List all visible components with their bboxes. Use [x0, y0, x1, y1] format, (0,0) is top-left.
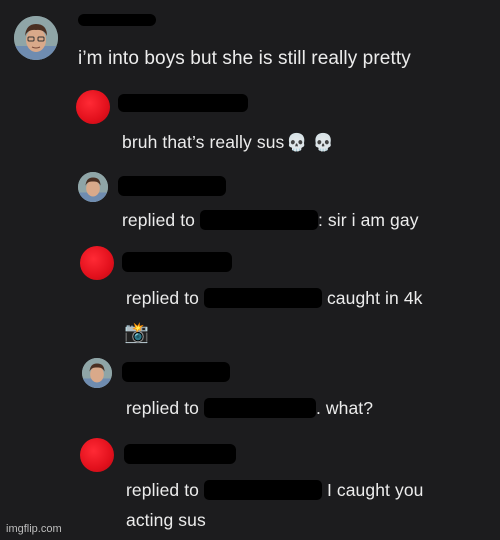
comment-text: replied to I caught you — [126, 480, 423, 501]
user-avatar[interactable] — [14, 16, 58, 60]
cartoon-boy-icon — [78, 172, 108, 202]
replied-to-label: replied to — [126, 398, 199, 418]
comment-text: i’m into boys but she is still really pr… — [78, 48, 411, 69]
comment-5: replied to . what? — [0, 352, 500, 432]
comment-body: caught in 4k — [326, 288, 423, 308]
username-redacted — [122, 252, 232, 272]
comment-3: replied to : sir i am gay — [0, 170, 500, 240]
replied-to-label: replied to — [126, 480, 199, 500]
user-avatar[interactable] — [78, 172, 108, 202]
comment-4: replied to caught in 4k 📸 — [0, 240, 500, 352]
mentioned-user-redacted[interactable] — [203, 480, 322, 500]
cartoon-boy-icon — [82, 358, 112, 388]
replied-to-label: replied to — [122, 210, 195, 230]
comment-text: replied to caught in 4k — [126, 288, 423, 309]
replied-to-label: replied to — [126, 288, 199, 308]
user-avatar[interactable] — [76, 90, 110, 124]
comment-text: replied to . what? — [126, 398, 373, 419]
comment-text-line2: acting sus — [126, 510, 206, 530]
comment-1: i’m into boys but she is still really pr… — [0, 0, 500, 80]
comment-6: replied to I caught you acting sus — [0, 432, 500, 540]
username-redacted — [118, 94, 248, 112]
user-avatar[interactable] — [80, 246, 114, 280]
mentioned-user-redacted[interactable] — [203, 398, 316, 418]
mentioned-user-redacted[interactable] — [199, 210, 318, 230]
cartoon-boy-icon — [14, 16, 58, 60]
comment-body: . what? — [315, 398, 374, 418]
comment-body: I caught you — [326, 480, 424, 500]
skull-emoji-icon: 💀 💀 — [286, 133, 334, 152]
comment-2: bruh that’s really sus 💀 💀 — [0, 80, 500, 170]
user-avatar[interactable] — [80, 438, 114, 472]
username-redacted — [78, 14, 156, 26]
username-redacted — [124, 444, 236, 464]
mentioned-user-redacted[interactable] — [203, 288, 322, 308]
user-avatar[interactable] — [82, 358, 112, 388]
comment-text: bruh that’s really sus 💀 💀 — [122, 132, 334, 153]
comment-text: replied to : sir i am gay — [122, 210, 419, 231]
comment-body: : sir i am gay — [317, 210, 419, 230]
comment-body: bruh that’s really sus — [122, 132, 285, 152]
username-redacted — [122, 362, 230, 382]
camera-flash-emoji-icon: 📸 — [124, 322, 150, 344]
username-redacted — [118, 176, 226, 196]
watermark: imgflip.com — [6, 523, 62, 535]
